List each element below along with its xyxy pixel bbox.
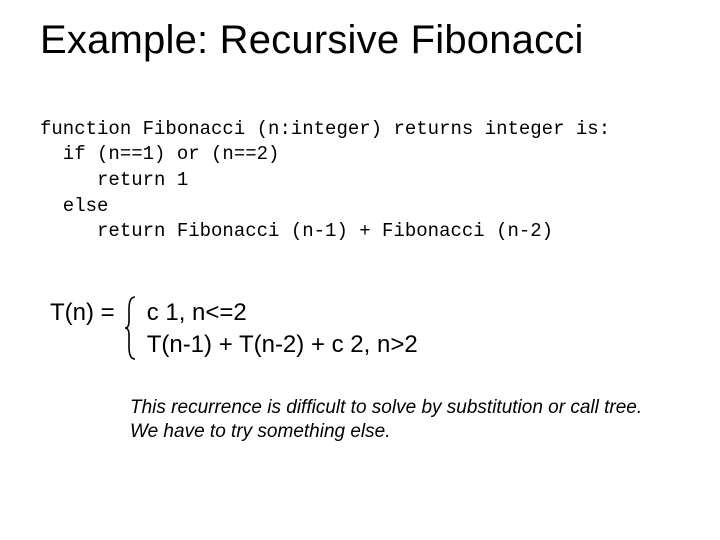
footnote-line-2: We have to try something else.: [130, 420, 680, 445]
footnote: This recurrence is difficult to solve by…: [130, 396, 680, 445]
recurrence-case-1: c 1, n<=2: [147, 297, 418, 329]
left-brace-icon: [125, 295, 139, 362]
footnote-line-1: This recurrence is difficult to solve by…: [130, 396, 680, 421]
code-block: function Fibonacci (n:integer) returns i…: [40, 91, 680, 245]
recurrence-relation: T(n) = c 1, n<=2 T(n-1) + T(n-2) + c 2, …: [50, 295, 680, 362]
recurrence-cases: c 1, n<=2 T(n-1) + T(n-2) + c 2, n>2: [147, 295, 418, 362]
recurrence-case-2: T(n-1) + T(n-2) + c 2, n>2: [147, 329, 418, 361]
recurrence-cases-wrap: c 1, n<=2 T(n-1) + T(n-2) + c 2, n>2: [125, 295, 418, 362]
recurrence-lhs: T(n) =: [50, 295, 125, 329]
code-line-4: else: [40, 195, 108, 217]
slide: Example: Recursive Fibonacci function Fi…: [0, 0, 720, 540]
code-line-5: return Fibonacci (n-1) + Fibonacci (n-2): [40, 220, 553, 242]
code-line-3: return 1: [40, 169, 188, 191]
slide-title: Example: Recursive Fibonacci: [40, 18, 680, 63]
code-line-2: if (n==1) or (n==2): [40, 143, 279, 165]
code-line-1: function Fibonacci (n:integer) returns i…: [40, 118, 610, 140]
